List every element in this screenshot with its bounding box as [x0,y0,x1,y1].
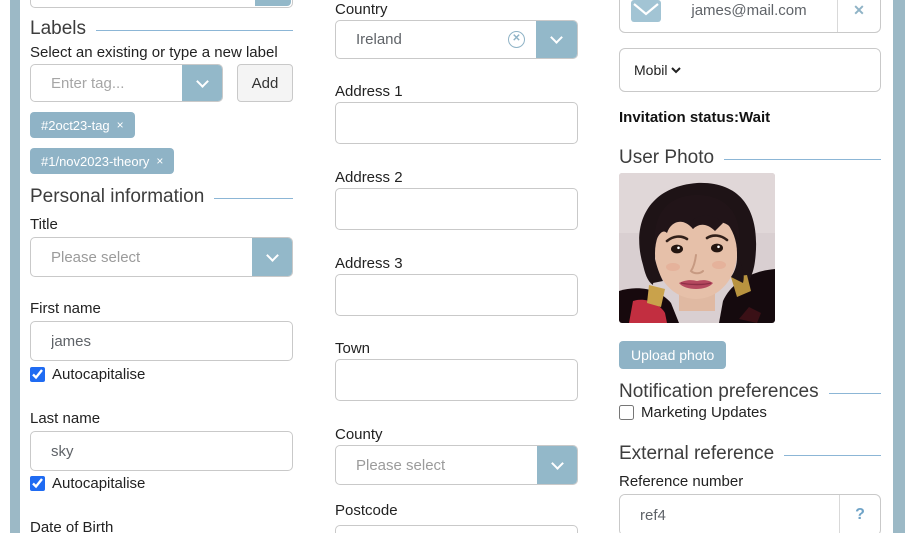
remove-email-icon[interactable]: ✕ [853,2,865,19]
add-tag-button[interactable]: Add [237,64,293,102]
labels-title: Labels [30,18,86,40]
external-reference-heading: External reference [619,443,881,465]
address1-field-wrap [335,102,578,144]
first-name-field-wrap [30,321,293,361]
reference-help-segment[interactable]: ? [839,495,880,533]
marketing-updates-option[interactable]: Marketing Updates [619,404,881,421]
user-photo-title: User Photo [619,147,714,169]
reference-number-input[interactable] [620,495,839,533]
address1-input[interactable] [335,102,578,144]
last-name-label: Last name [30,410,293,427]
contact-edit-form: Labels Select an existing or type a new … [0,0,912,533]
county-label: County [335,426,578,443]
postcode-label: Postcode [335,502,578,519]
email-icon [631,0,661,22]
address2-input[interactable] [335,188,578,230]
phone-row: Mobil Add [619,48,881,92]
first-name-input[interactable] [30,321,293,361]
labels-subtitle: Select an existing or type a new label [30,44,293,61]
address3-input[interactable] [335,274,578,316]
first-name-label: First name [30,300,293,317]
tag-chip-label: #1/nov2023-theory [41,154,149,169]
first-name-autocapitalise[interactable]: Autocapitalise [30,366,293,383]
email-value: james@mail.com [661,2,837,19]
remove-tag-icon[interactable]: × [117,118,124,132]
contact-column: james@mail.com ✕ Mobil Add Invitation st… [619,0,881,533]
chevron-down-icon[interactable] [182,65,222,101]
county-select[interactable]: Please select [335,445,578,485]
heading-rule [724,159,881,160]
personal-info-heading: Personal information [30,186,293,208]
autocapitalise-checkbox[interactable] [30,476,45,491]
cropped-top-select[interactable] [30,0,293,8]
town-field-wrap [335,359,578,401]
address2-field-wrap [335,188,578,230]
country-label: Country [335,1,578,18]
heading-rule [829,393,881,394]
invitation-status: Invitation status:Wait [619,109,881,126]
chevron-down-icon[interactable] [255,0,291,6]
remove-email-segment[interactable]: ✕ [837,0,880,32]
upload-photo-button[interactable]: Upload photo [619,341,726,369]
tag-combobox[interactable] [30,64,223,102]
title-select[interactable]: Please select [30,237,293,277]
heading-rule [96,30,293,31]
dob-label: Date of Birth [30,519,293,533]
phone-number-input[interactable] [684,49,881,91]
heading-rule [214,198,293,199]
external-reference-title: External reference [619,443,774,465]
remove-tag-icon[interactable]: × [156,154,163,168]
portrait-image [619,173,775,323]
left-scrollbar[interactable] [10,0,20,533]
address2-label: Address 2 [335,169,578,186]
country-value: Ireland [336,31,508,48]
address3-label: Address 3 [335,255,578,272]
right-scrollbar[interactable] [893,0,905,533]
address3-field-wrap [335,274,578,316]
autocapitalise-checkbox[interactable] [30,367,45,382]
reference-number-row: ? [619,494,881,533]
autocapitalise-label: Autocapitalise [52,366,145,383]
reference-number-label: Reference number [619,473,881,490]
tag-chip[interactable]: #1/nov2023-theory × [30,148,174,174]
postcode-field-wrap [335,525,578,533]
notification-title: Notification preferences [619,381,819,403]
notification-heading: Notification preferences [619,381,881,403]
last-name-autocapitalise[interactable]: Autocapitalise [30,475,293,492]
address1-label: Address 1 [335,83,578,100]
user-photo-heading: User Photo [619,147,881,169]
tag-entry-row: Add [30,64,293,102]
email-row: james@mail.com ✕ [619,0,881,33]
postcode-input[interactable] [335,525,578,533]
tag-chip-label: #2oct23-tag [41,118,110,133]
phone-type-select[interactable]: Mobil [630,49,684,91]
marketing-updates-label: Marketing Updates [641,404,767,421]
autocapitalise-label: Autocapitalise [52,475,145,492]
chevron-down-icon[interactable] [537,446,577,484]
address-column: Country Ireland ✕ Address 1 Address 2 Ad… [335,0,578,533]
help-icon[interactable]: ? [855,506,865,524]
personal-info-title: Personal information [30,186,204,208]
marketing-updates-checkbox[interactable] [619,405,634,420]
country-select[interactable]: Ireland ✕ [335,20,578,59]
tag-chip[interactable]: #2oct23-tag × [30,112,135,138]
title-label: Title [30,216,293,233]
personal-column: Labels Select an existing or type a new … [30,0,293,533]
last-name-input[interactable] [30,431,293,471]
clear-country-icon[interactable]: ✕ [508,31,525,48]
chevron-down-icon[interactable] [536,21,577,58]
last-name-field-wrap [30,431,293,471]
heading-rule [784,455,881,456]
labels-section-heading: Labels [30,18,293,40]
user-photo [619,173,775,323]
town-input[interactable] [335,359,578,401]
chevron-down-icon[interactable] [252,238,292,276]
town-label: Town [335,340,578,357]
